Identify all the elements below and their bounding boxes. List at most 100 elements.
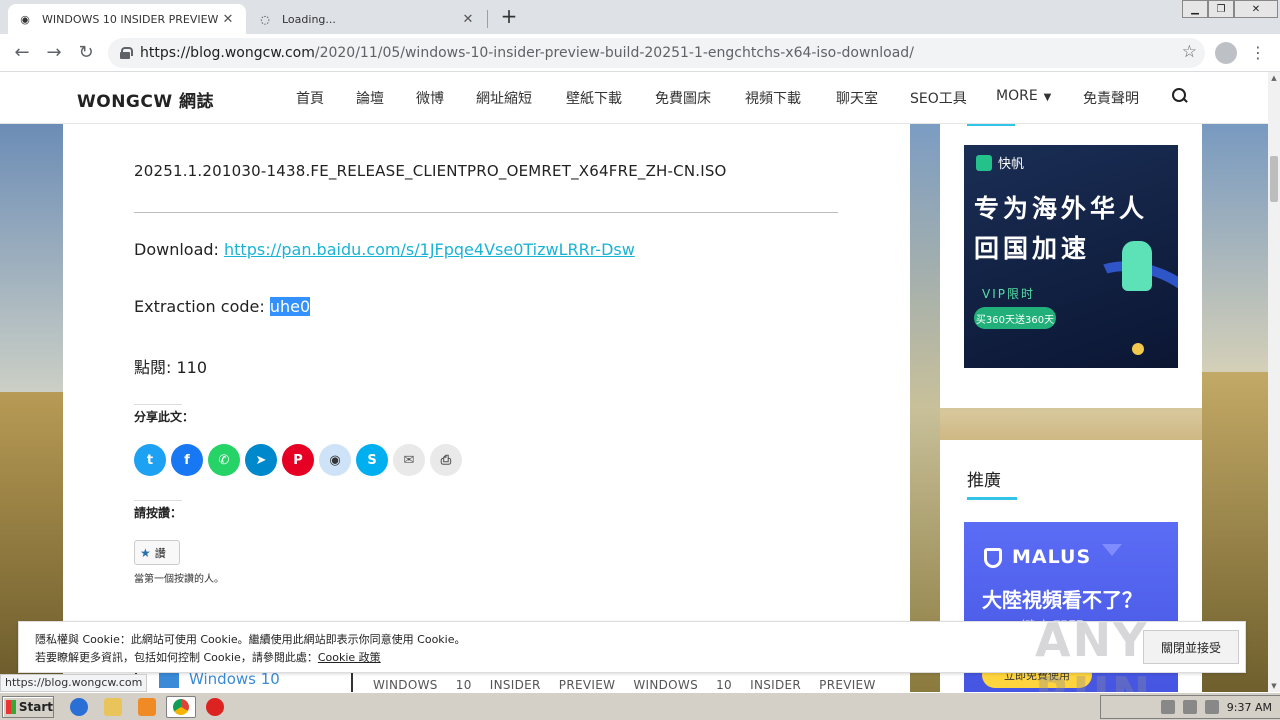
- nav-disclaimer[interactable]: 免責聲明: [1083, 88, 1139, 108]
- nav-weibo[interactable]: 微博: [416, 88, 444, 108]
- scroll-up-icon[interactable]: ▲: [1268, 72, 1280, 84]
- new-tab-button[interactable]: +: [498, 5, 520, 27]
- url-path: /2020/11/05/windows-10-insider-preview-b…: [314, 45, 914, 61]
- like-button[interactable]: ★ 讚: [134, 540, 180, 565]
- print-share-button[interactable]: ⎙: [430, 444, 462, 476]
- browser-menu-icon[interactable]: ⋮: [1250, 42, 1266, 64]
- start-button[interactable]: Start: [2, 696, 54, 718]
- page-viewport: WONGCW 網誌 首頁 論壇 微博 網址縮短 壁紙下載 免費圖床 視頻下載 聊…: [0, 72, 1268, 692]
- ad-banner-kuaifan[interactable]: 快帆 专为海外华人 回国加速 VIP限时 买360天送360天: [964, 145, 1178, 368]
- nav-url-shortener[interactable]: 網址縮短: [476, 88, 532, 108]
- download-link[interactable]: https://pan.baidu.com/s/1JFpqe4Vse0TizwL…: [224, 240, 635, 259]
- article-content: 20251.1.201030-1438.FE_RELEASE_CLIENTPRO…: [63, 124, 910, 692]
- background-image: [910, 122, 940, 692]
- nav-chatroom[interactable]: 聊天室: [836, 88, 878, 108]
- download-line: Download: https://pan.baidu.com/s/1JFpqe…: [134, 240, 635, 259]
- nav-forum[interactable]: 論壇: [356, 88, 384, 108]
- network-icon[interactable]: [1182, 700, 1197, 714]
- nav-video-download[interactable]: 視頻下載: [745, 88, 801, 108]
- nav-wallpaper[interactable]: 壁紙下載: [566, 88, 622, 108]
- ad-vip: VIP限时: [982, 287, 1035, 301]
- twitter-share-button[interactable]: t: [134, 444, 166, 476]
- nav-seo-tools[interactable]: SEO工具: [910, 88, 967, 108]
- kuaifan-logo-icon: [976, 154, 992, 171]
- tab-title: Loading...: [282, 12, 336, 26]
- loading-spinner-icon: ◌: [260, 12, 270, 26]
- cookie-policy-link[interactable]: Cookie 政策: [318, 651, 381, 664]
- like-heading: 請按讚：: [134, 506, 183, 520]
- close-window-button[interactable]: ✕: [1234, 0, 1278, 18]
- accent-bar: [967, 124, 1015, 126]
- chrome-icon: [173, 699, 189, 715]
- vertical-scrollbar[interactable]: ▲ ▼: [1268, 72, 1280, 692]
- download-label: Download:: [134, 240, 225, 259]
- url-host: https://blog.wongcw.com: [140, 45, 315, 61]
- malus-shield-icon: [984, 548, 1002, 568]
- search-icon[interactable]: [1172, 88, 1188, 104]
- site-header: WONGCW 網誌 首頁 論壇 微博 網址縮短 壁紙下載 免費圖床 視頻下載 聊…: [0, 72, 1268, 124]
- profile-avatar[interactable]: [1215, 42, 1237, 64]
- minimize-button[interactable]: ▁: [1182, 0, 1208, 18]
- scroll-thumb[interactable]: [1270, 156, 1278, 202]
- bookmark-star-icon[interactable]: ☆: [1182, 42, 1197, 62]
- extraction-line: Extraction code: uhe0: [134, 297, 311, 316]
- volume-icon[interactable]: [1160, 700, 1175, 714]
- windows-flag-icon: [6, 700, 16, 714]
- site-logo[interactable]: WONGCW 網誌: [77, 87, 214, 112]
- folder-icon[interactable]: [104, 698, 122, 716]
- extraction-label: Extraction code:: [134, 297, 270, 316]
- extraction-code-selected[interactable]: uhe0: [269, 297, 311, 316]
- lock-icon: [120, 47, 133, 59]
- divider: [134, 500, 182, 501]
- ad-brand: 快帆: [976, 153, 1024, 172]
- clock[interactable]: 9:37 AM: [1227, 701, 1272, 714]
- restore-button[interactable]: ❐: [1208, 0, 1234, 18]
- tab-active[interactable]: ◉ WINDOWS 10 INSIDER PREVIEW BU ✕: [8, 4, 246, 34]
- email-share-button[interactable]: ✉: [393, 444, 425, 476]
- tab-bar: ◉ WINDOWS 10 INSIDER PREVIEW BU ✕ ◌ Load…: [0, 0, 1280, 34]
- tab-loading[interactable]: ◌ Loading... ✕: [248, 4, 486, 34]
- anyrun-watermark: ANY RUN: [1035, 613, 1150, 692]
- address-bar[interactable]: https://blog.wongcw.com/2020/11/05/windo…: [108, 38, 1205, 68]
- triangle-icon: [1102, 544, 1122, 556]
- accent-bar: [967, 497, 1017, 500]
- runner-illustration: [1122, 241, 1152, 291]
- scroll-down-icon[interactable]: ▼: [1268, 680, 1280, 692]
- ad-brand: MALUS: [1012, 546, 1092, 568]
- flag-icon[interactable]: [1204, 700, 1219, 714]
- background-image: [1202, 122, 1268, 382]
- divider: [134, 404, 182, 405]
- back-button[interactable]: ←: [10, 41, 34, 65]
- decorative-dot: [1132, 343, 1144, 355]
- ad-headline: 大陸視頻看不了？: [982, 588, 1142, 612]
- chrome-taskbar-button[interactable]: [166, 696, 196, 718]
- like-note: 當第一個按讚的人。: [134, 574, 224, 585]
- nav-home[interactable]: 首頁: [296, 88, 324, 108]
- alert-icon[interactable]: [206, 698, 224, 716]
- skype-share-button[interactable]: S: [356, 444, 388, 476]
- pinterest-share-button[interactable]: P: [282, 444, 314, 476]
- reddit-share-button[interactable]: ◉: [319, 444, 351, 476]
- whatsapp-share-button[interactable]: ✆: [208, 444, 240, 476]
- start-label: Start: [18, 700, 53, 714]
- share-heading: 分享此文：: [134, 410, 195, 424]
- ad-pill: 买360天送360天: [974, 307, 1056, 329]
- nav-image-host[interactable]: 免費圖床: [655, 88, 711, 108]
- tag-words: WINDOWS 10 INSIDER PREVIEW WINDOWS 10 IN…: [373, 678, 876, 692]
- tab-separator: [487, 10, 488, 28]
- reload-button[interactable]: ↻: [74, 41, 98, 65]
- background-image: [0, 122, 64, 402]
- view-count: 點閱: 110: [134, 358, 208, 377]
- forward-button[interactable]: →: [42, 41, 66, 65]
- media-player-icon[interactable]: [138, 698, 156, 716]
- facebook-share-button[interactable]: f: [171, 444, 203, 476]
- tab-close-icon[interactable]: ✕: [220, 12, 236, 27]
- like-button-label: 讚: [154, 546, 166, 560]
- ie-icon[interactable]: [70, 698, 88, 716]
- nav-more[interactable]: MORE ▼: [996, 88, 1051, 104]
- telegram-share-button[interactable]: ➤: [245, 444, 277, 476]
- browser-toolbar: ← → ↻ https://blog.wongcw.com/2020/11/05…: [0, 34, 1280, 72]
- tab-close-icon[interactable]: ✕: [460, 12, 476, 27]
- iso-filename: 20251.1.201030-1438.FE_RELEASE_CLIENTPRO…: [134, 162, 727, 180]
- ad-headline: 专为海外华人: [974, 194, 1149, 223]
